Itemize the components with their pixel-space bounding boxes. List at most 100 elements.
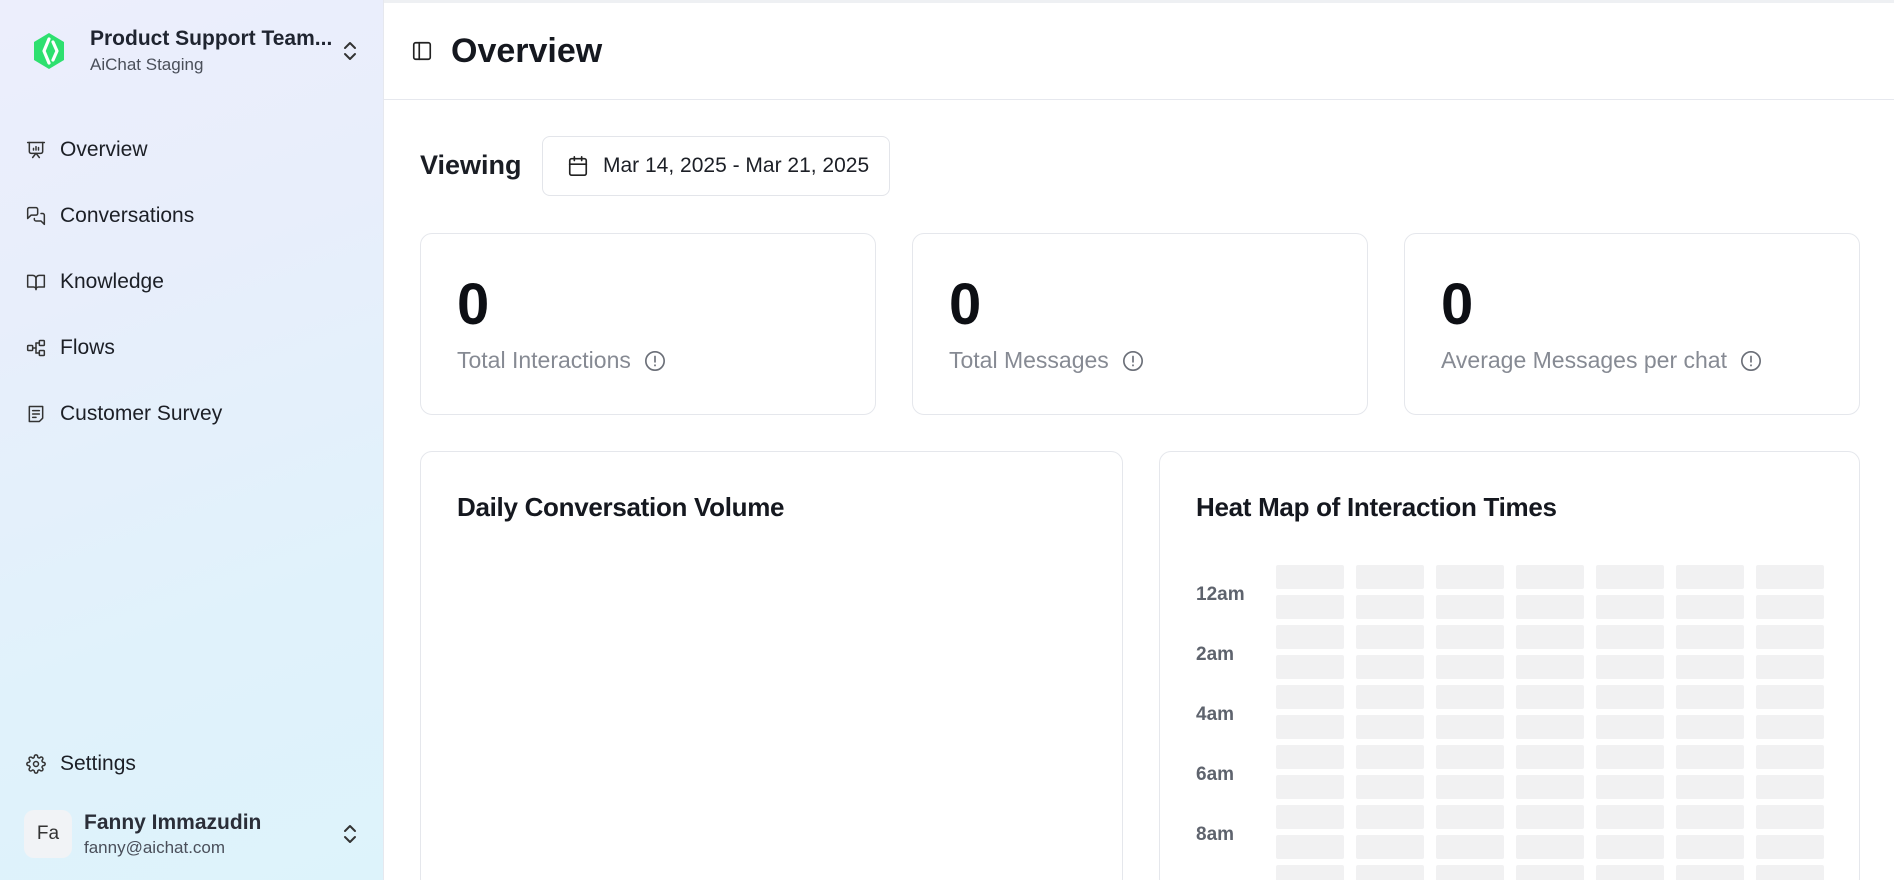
user-name: Fanny Immazudin xyxy=(84,810,262,834)
heatmap-cell xyxy=(1676,685,1744,709)
info-icon[interactable] xyxy=(643,349,667,373)
heatmap-cell xyxy=(1436,625,1504,649)
sidebar: Product Support Team... AiChat Staging O… xyxy=(0,0,384,880)
stat-value: 0 xyxy=(1441,272,1474,337)
heatmap-cell xyxy=(1756,805,1824,829)
heatmap-cell xyxy=(1276,865,1344,880)
heatmap-cell xyxy=(1516,865,1584,880)
heatmap-cell xyxy=(1676,805,1744,829)
heatmap-cell xyxy=(1756,715,1824,739)
heatmap-cell xyxy=(1356,775,1424,799)
heatmap-cell xyxy=(1756,565,1824,589)
heatmap-cell xyxy=(1276,625,1344,649)
heatmap-cell xyxy=(1676,655,1744,679)
heatmap-cell xyxy=(1596,655,1664,679)
avatar: Fa xyxy=(24,810,72,858)
stat-card-average-messages: 0 Average Messages per chat xyxy=(1404,233,1860,415)
heatmap-cell xyxy=(1276,805,1344,829)
heatmap-cell xyxy=(1596,715,1664,739)
calendar-icon xyxy=(567,155,589,177)
heatmap-cell xyxy=(1436,595,1504,619)
heatmap-row-labels: 12am 2am 4am 6am 8am xyxy=(1196,565,1245,865)
workflow-icon xyxy=(24,336,48,360)
heatmap-cell xyxy=(1516,805,1584,829)
heatmap-cell xyxy=(1516,655,1584,679)
chevrons-up-down-icon xyxy=(340,820,360,848)
heatmap-cell xyxy=(1676,715,1744,739)
heatmap-row-label: 4am xyxy=(1196,704,1235,725)
viewing-label: Viewing xyxy=(420,150,522,180)
heatmap-cell xyxy=(1756,655,1824,679)
heatmap-cell xyxy=(1436,835,1504,859)
heatmap-cell xyxy=(1596,775,1664,799)
heatmap-cell xyxy=(1596,685,1664,709)
heatmap-cell xyxy=(1356,625,1424,649)
sidebar-item-overview[interactable]: Overview xyxy=(24,117,360,183)
heatmap-cell xyxy=(1596,625,1664,649)
gear-icon xyxy=(24,752,48,776)
heatmap-cell xyxy=(1676,595,1744,619)
heatmap-cell xyxy=(1596,565,1664,589)
heatmap-cell xyxy=(1676,865,1744,880)
heatmap-cell xyxy=(1276,685,1344,709)
stat-value: 0 xyxy=(457,272,490,337)
heatmap-cell xyxy=(1516,835,1584,859)
sidebar-item-label: Flows xyxy=(60,336,115,359)
heatmap-cell xyxy=(1436,745,1504,769)
heatmap-cell xyxy=(1276,715,1344,739)
heatmap-cell xyxy=(1756,835,1824,859)
sidebar-toggle-icon[interactable] xyxy=(409,38,435,64)
sidebar-item-flows[interactable]: Flows xyxy=(24,315,360,381)
page-header: Overview xyxy=(384,3,1894,100)
heatmap-cell xyxy=(1676,775,1744,799)
user-email: fanny@aichat.com xyxy=(84,837,226,857)
heatmap-cell xyxy=(1596,865,1664,880)
presentation-icon xyxy=(24,138,48,162)
panel-title: Daily Conversation Volume xyxy=(457,492,785,522)
stat-card-total-messages: 0 Total Messages xyxy=(912,233,1368,415)
sidebar-item-settings[interactable]: Settings xyxy=(24,747,136,781)
heatmap-row-label: 6am xyxy=(1196,764,1235,785)
stat-label: Average Messages per chat xyxy=(1441,347,1727,373)
heatmap-cell xyxy=(1596,745,1664,769)
info-icon[interactable] xyxy=(1739,349,1763,373)
sidebar-item-label: Overview xyxy=(60,138,148,161)
heatmap-cell xyxy=(1276,745,1344,769)
heatmap-cell xyxy=(1436,865,1504,880)
heatmap-cell xyxy=(1756,775,1824,799)
heatmap-cell xyxy=(1676,625,1744,649)
stat-card-total-interactions: 0 Total Interactions xyxy=(420,233,876,415)
heatmap-cell xyxy=(1356,595,1424,619)
heatmap-cell xyxy=(1676,565,1744,589)
workspace-switcher[interactable]: Product Support Team... AiChat Staging xyxy=(24,24,360,78)
heatmap-cell xyxy=(1516,715,1584,739)
heatmap-cell xyxy=(1356,865,1424,880)
heatmap-cell xyxy=(1276,595,1344,619)
stat-value: 0 xyxy=(949,272,982,337)
heatmap-cell xyxy=(1756,595,1824,619)
heatmap-cell xyxy=(1356,715,1424,739)
heatmap-cell xyxy=(1436,805,1504,829)
heatmap-cell xyxy=(1756,745,1824,769)
info-icon[interactable] xyxy=(1121,349,1145,373)
date-range-picker[interactable]: Mar 14, 2025 - Mar 21, 2025 xyxy=(542,136,890,196)
heatmap-cell xyxy=(1516,775,1584,799)
heatmap-cell xyxy=(1356,565,1424,589)
sidebar-item-knowledge[interactable]: Knowledge xyxy=(24,249,360,315)
heatmap-cell xyxy=(1436,715,1504,739)
sidebar-item-label: Conversations xyxy=(60,204,195,227)
heatmap-cell xyxy=(1436,775,1504,799)
daily-conversation-volume-panel: Daily Conversation Volume xyxy=(420,451,1123,880)
heatmap-cell xyxy=(1596,835,1664,859)
heatmap-cell xyxy=(1436,685,1504,709)
heatmap-cell xyxy=(1516,595,1584,619)
heatmap-row-label: 8am xyxy=(1196,824,1235,845)
heatmap-cell xyxy=(1356,745,1424,769)
user-menu[interactable]: Fa Fanny Immazudin fanny@aichat.com xyxy=(24,806,360,862)
workspace-name: Product Support Team... xyxy=(90,27,333,50)
sidebar-item-conversations[interactable]: Conversations xyxy=(24,183,360,249)
heatmap-row-label: 12am xyxy=(1196,584,1245,605)
sidebar-item-customer-survey[interactable]: Customer Survey xyxy=(24,381,360,447)
heatmap-cell xyxy=(1596,595,1664,619)
workspace-environment: AiChat Staging xyxy=(90,55,204,74)
